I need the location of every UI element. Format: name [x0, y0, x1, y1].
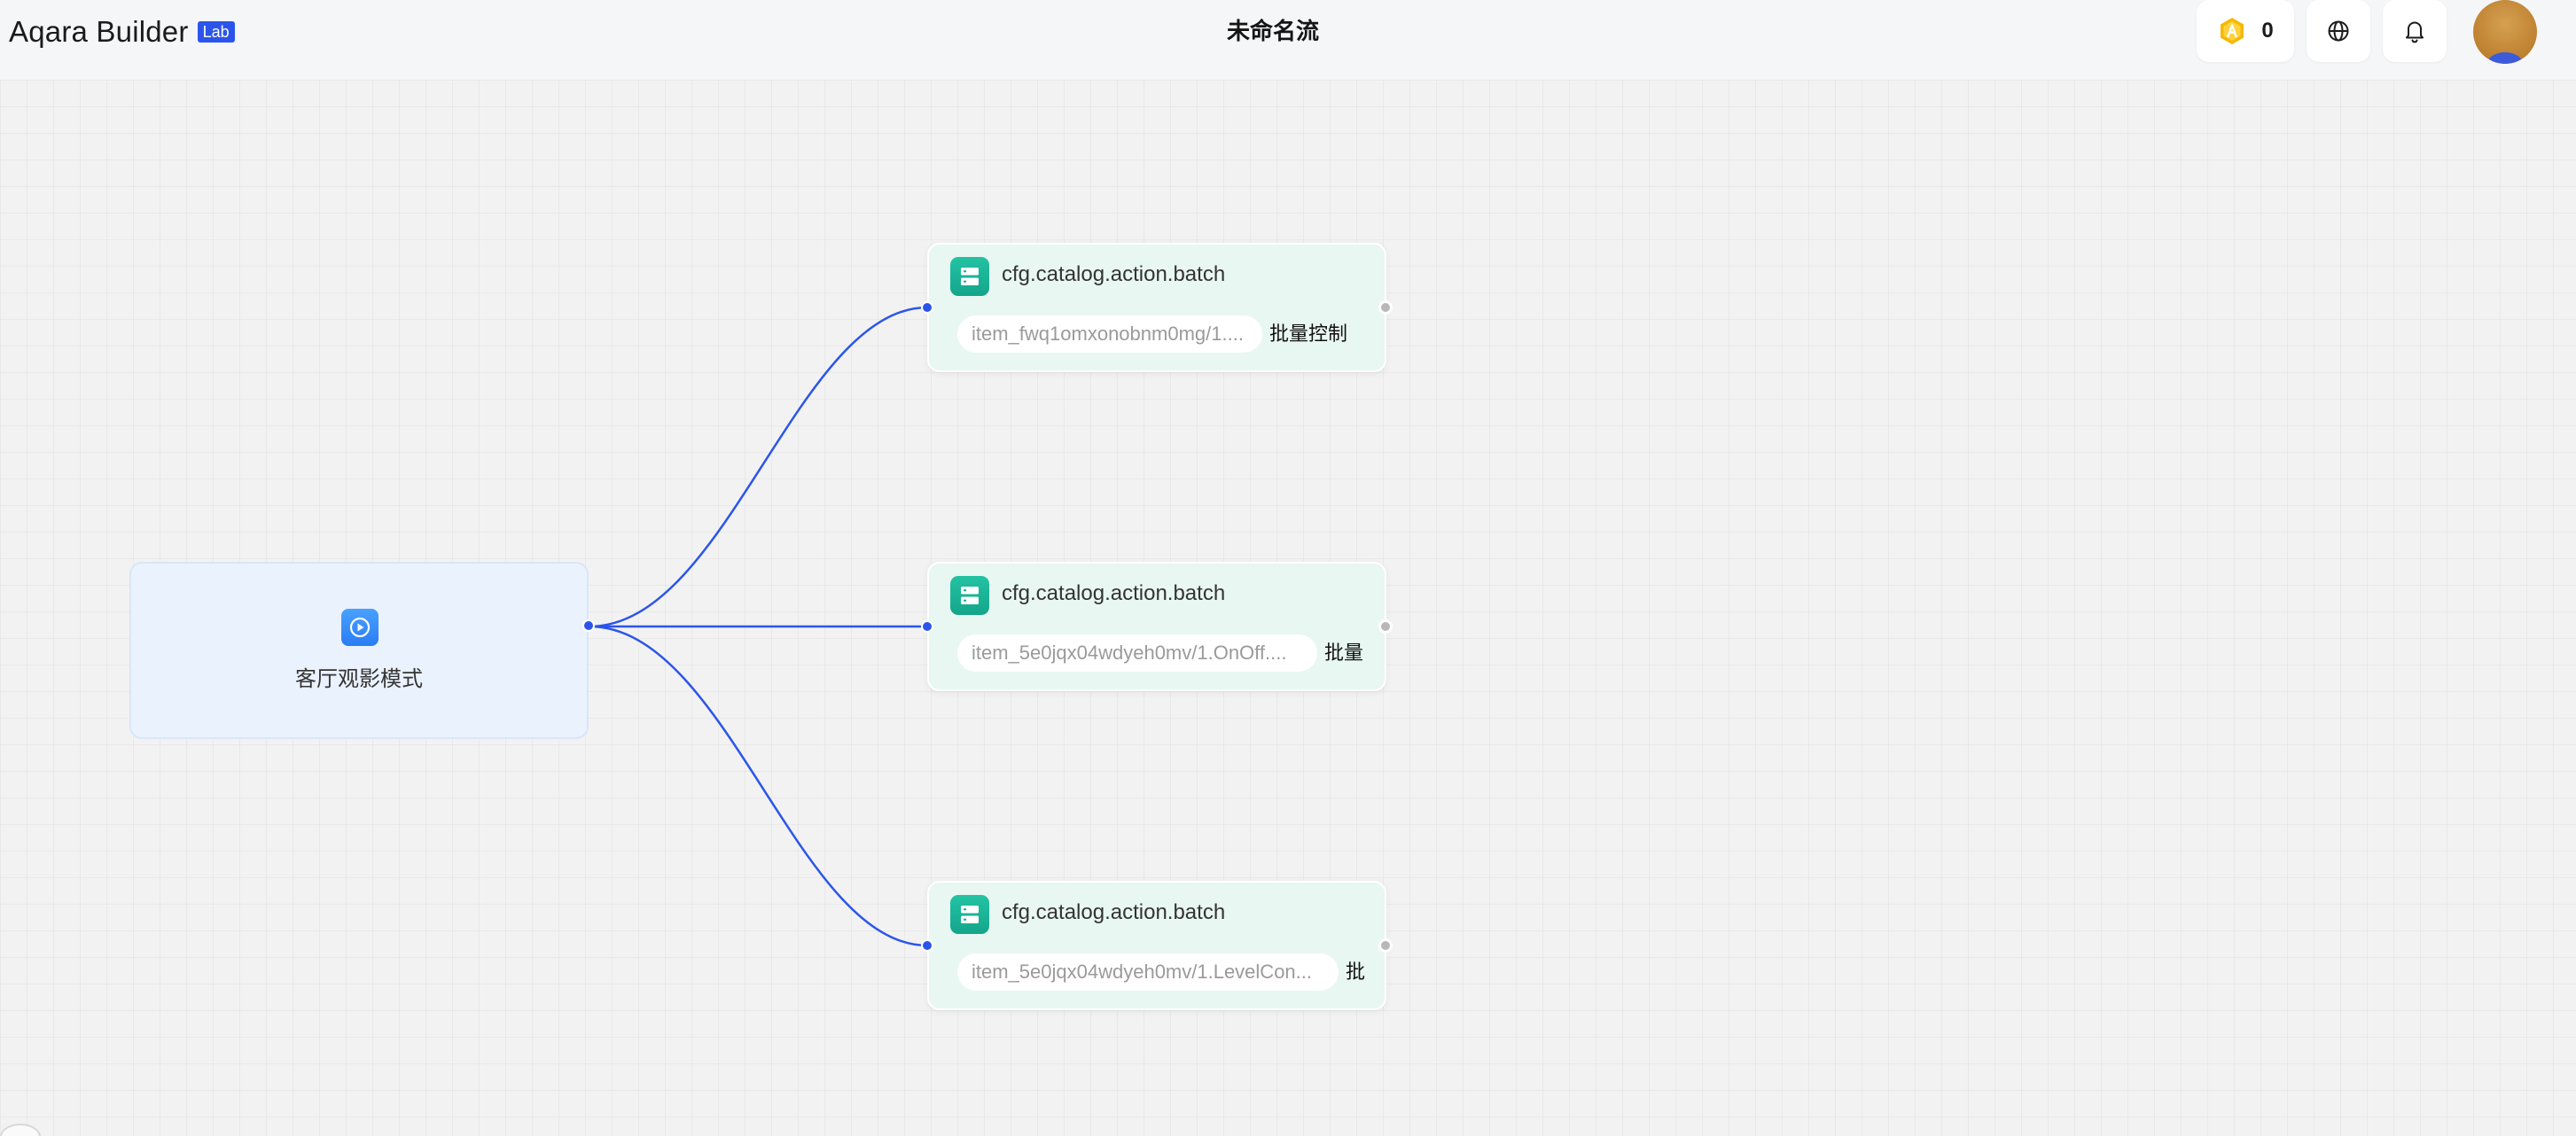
action-input-port[interactable] [921, 301, 933, 314]
action-node[interactable]: cfg.catalog.action.batch item_fwq1omxono… [927, 243, 1386, 372]
app: Aqara Builder Lab 未命名流 0 客厅观影模式 cfg.cata… [0, 0, 2576, 1136]
action-output-port[interactable] [1378, 938, 1393, 953]
action-input-port[interactable] [921, 939, 933, 952]
action-node[interactable]: cfg.catalog.action.batch item_5e0jqx04wd… [927, 881, 1386, 1010]
action-title: cfg.catalog.action.batch [1002, 581, 1226, 605]
action-title: cfg.catalog.action.batch [1002, 900, 1226, 924]
action-item-chip[interactable]: item_5e0jqx04wdyeh0mv/1.OnOff.... [957, 634, 1317, 672]
action-title: cfg.catalog.action.batch [1002, 262, 1226, 286]
action-node[interactable]: cfg.catalog.action.batch item_5e0jqx04wd… [927, 562, 1386, 691]
action-tag: 批 [1340, 953, 1376, 991]
trigger-output-port[interactable] [582, 619, 595, 632]
batch-list-icon [950, 895, 989, 934]
action-tag: 批量 [1319, 634, 1372, 672]
trigger-node[interactable]: 客厅观影模式 [129, 562, 589, 739]
action-tag: 批量控制 [1264, 315, 1362, 353]
action-item-chip[interactable]: item_fwq1omxonobnm0mg/1.... [957, 315, 1262, 353]
batch-list-icon [950, 257, 989, 296]
batch-list-icon [950, 576, 989, 615]
play-icon [341, 609, 379, 646]
connection-edge-1[interactable] [589, 306, 928, 628]
action-item-chip[interactable]: item_5e0jqx04wdyeh0mv/1.LevelCon... [957, 953, 1339, 991]
connection-edge-3[interactable] [589, 625, 928, 947]
trigger-label: 客厅观影模式 [295, 667, 423, 691]
action-input-port[interactable] [921, 620, 933, 633]
action-output-port[interactable] [1378, 619, 1393, 634]
action-output-port[interactable] [1378, 300, 1393, 315]
